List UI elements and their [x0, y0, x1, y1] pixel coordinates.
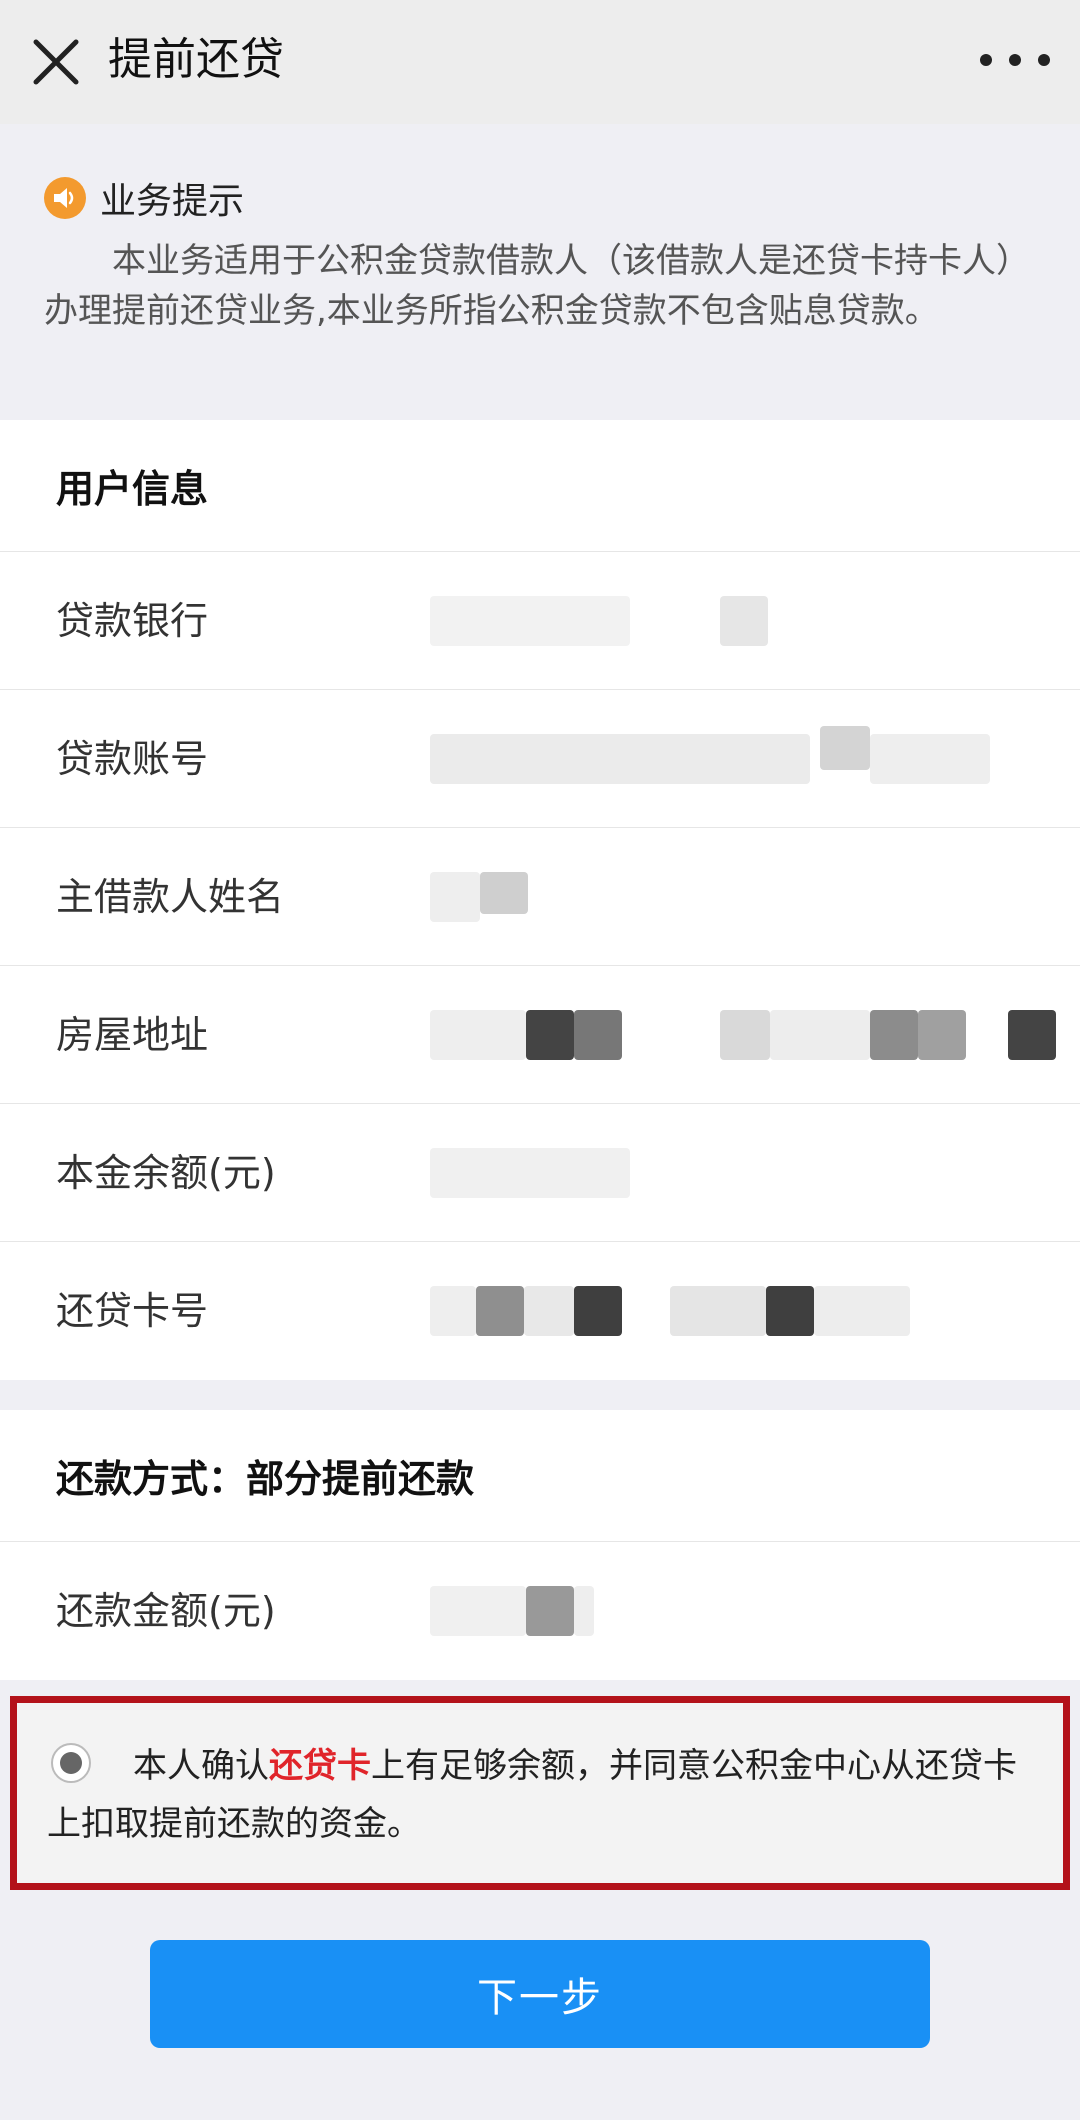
- more-dot-icon: [1038, 54, 1050, 66]
- confirm-text-before: 本人确认: [133, 1746, 269, 1786]
- notice-header: 业务提示: [44, 172, 244, 224]
- notice-body: 本业务适用于公积金贷款借款人（该借款人是还贷卡持卡人）办理提前还贷业务,本业务所…: [44, 241, 1030, 331]
- loan-bank-value-redacted: [430, 596, 1050, 646]
- repayment-card-value-redacted: [430, 1286, 1050, 1336]
- more-dot-icon: [980, 54, 992, 66]
- info-row-principal-balance: 本金余额(元): [0, 1104, 1080, 1242]
- info-row-repayment-amount[interactable]: 还款金额(元): [0, 1542, 1080, 1680]
- more-options-button[interactable]: [980, 42, 1050, 78]
- loan-bank-label: 贷款银行: [56, 599, 209, 643]
- repayment-card-label: 还贷卡号: [56, 1289, 209, 1333]
- info-row-borrower-name: 主借款人姓名: [0, 828, 1080, 966]
- repayment-method-card: 还款方式：部分提前还款 还款金额(元): [0, 1410, 1080, 1680]
- top-bar: 提前还贷: [0, 0, 1080, 124]
- user-info-title: 用户信息: [0, 420, 1080, 552]
- principal-balance-value-redacted: [430, 1148, 1050, 1198]
- business-notice: 业务提示 本业务适用于公积金贷款借款人（该借款人是还贷卡持卡人）办理提前还贷业务…: [0, 124, 1080, 420]
- speaker-icon: [44, 177, 86, 219]
- page-title: 提前还贷: [108, 34, 284, 85]
- more-dot-icon: [1009, 54, 1021, 66]
- house-address-label: 房屋地址: [56, 1013, 209, 1057]
- user-info-card: 用户信息 贷款银行 贷款账号 主借款人姓名 房屋地址 本金余额(元) 还贷卡号: [0, 420, 1080, 1380]
- confirmation-text: 本人确认还贷卡上有足够余额，并同意公积金中心从还贷卡上扣取提前还款的资金。: [47, 1737, 1037, 1853]
- repayment-amount-value-redacted: [430, 1586, 1050, 1636]
- loan-account-value-redacted: [430, 726, 1050, 784]
- close-icon: [33, 39, 79, 85]
- repayment-method-title: 还款方式：部分提前还款: [0, 1410, 1080, 1542]
- repayment-amount-label: 还款金额(元): [56, 1589, 276, 1633]
- confirmation-box: 本人确认还贷卡上有足够余额，并同意公积金中心从还贷卡上扣取提前还款的资金。: [10, 1696, 1070, 1890]
- borrower-name-value-redacted: [430, 872, 1050, 922]
- info-row-loan-account: 贷款账号: [0, 690, 1080, 828]
- notice-title: 业务提示: [100, 181, 245, 222]
- next-step-button[interactable]: 下一步: [150, 1940, 930, 2048]
- confirm-text-highlight: 还贷卡: [269, 1746, 371, 1786]
- loan-account-label: 贷款账号: [56, 737, 209, 781]
- info-row-repayment-card: 还贷卡号: [0, 1242, 1080, 1380]
- borrower-name-label: 主借款人姓名: [56, 875, 285, 919]
- house-address-value-redacted: [430, 1010, 1056, 1060]
- info-row-loan-bank: 贷款银行: [0, 552, 1080, 690]
- principal-balance-label: 本金余额(元): [56, 1151, 276, 1195]
- info-row-house-address: 房屋地址: [0, 966, 1080, 1104]
- close-button[interactable]: [30, 30, 86, 94]
